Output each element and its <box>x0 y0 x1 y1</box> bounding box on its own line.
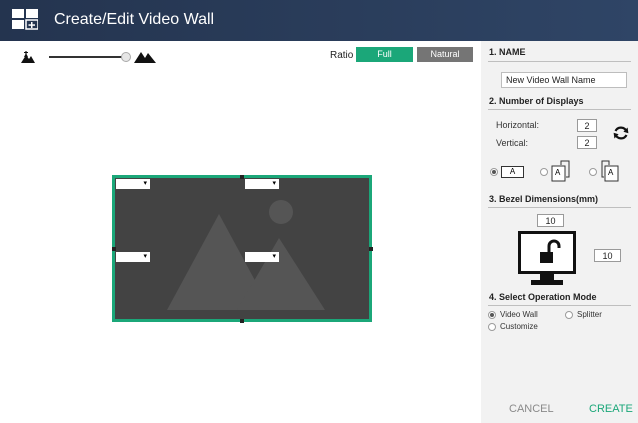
video-wall-editor: Create/Edit Video Wall Ratio Full Natura… <box>0 0 638 423</box>
orientation-landscape-radio[interactable] <box>490 168 498 176</box>
orientation-portrait-left-icon: A <box>551 160 571 182</box>
create-button[interactable]: CREATE <box>589 403 633 415</box>
zoom-slider-track[interactable] <box>49 56 127 58</box>
vertical-label: Vertical: <box>496 138 529 148</box>
orientation-landscape-icon: A <box>501 166 524 178</box>
divider <box>488 207 631 208</box>
mode-customize-label: Customize <box>500 322 538 331</box>
header-bar: Create/Edit Video Wall <box>0 0 638 41</box>
display-4-select[interactable]: ▾ <box>245 252 279 262</box>
mode-videowall-label: Video Wall <box>500 310 538 319</box>
zoom-out-icon[interactable] <box>21 51 37 63</box>
divider <box>488 61 631 62</box>
display-3-select[interactable]: ▾ <box>116 252 150 262</box>
vertical-count-input[interactable] <box>577 136 597 149</box>
display-1-select[interactable]: ▾ <box>116 179 150 189</box>
divider <box>488 109 631 110</box>
resize-handle-left[interactable] <box>112 247 116 251</box>
display-2-select[interactable]: ▾ <box>245 179 279 189</box>
orientation-portrait-left-radio[interactable] <box>540 168 548 176</box>
mode-section-title: 4. Select Operation Mode <box>489 292 597 302</box>
resize-handle-right[interactable] <box>369 247 373 251</box>
divider <box>488 305 631 306</box>
zoom-slider-thumb[interactable] <box>121 52 131 62</box>
mode-videowall-radio[interactable] <box>488 311 496 319</box>
bezel-section-title: 3. Bezel Dimensions(mm) <box>489 194 599 204</box>
horizontal-label: Horizontal: <box>496 120 540 130</box>
zoom-in-icon[interactable] <box>134 49 156 63</box>
displays-section-title: 2. Number of Displays <box>489 96 584 106</box>
refresh-icon[interactable] <box>613 125 629 141</box>
ratio-full-button[interactable]: Full <box>356 47 413 62</box>
monitor-unlock-icon[interactable] <box>518 231 576 286</box>
page-title: Create/Edit Video Wall <box>54 11 215 28</box>
bezel-top-input[interactable] <box>537 214 564 227</box>
resize-handle-top[interactable] <box>240 175 244 179</box>
video-wall-logo-icon <box>12 9 38 30</box>
mode-customize-radio[interactable] <box>488 323 496 331</box>
orientation-portrait-right-letter: A <box>608 168 614 177</box>
bezel-right-input[interactable] <box>594 249 621 262</box>
wall-name-input[interactable] <box>501 72 627 88</box>
horizontal-count-input[interactable] <box>577 119 597 132</box>
orientation-portrait-left-letter: A <box>555 168 561 177</box>
orientation-portrait-right-radio[interactable] <box>589 168 597 176</box>
orientation-portrait-right-icon: A <box>600 160 620 182</box>
mode-splitter-label: Splitter <box>577 310 602 319</box>
video-wall-canvas[interactable]: ▾ ▾ ▾ ▾ <box>112 175 373 323</box>
mode-splitter-radio[interactable] <box>565 311 573 319</box>
name-section-title: 1. NAME <box>489 47 526 57</box>
settings-panel: 1. NAME 2. Number of Displays Horizontal… <box>481 41 638 423</box>
ratio-natural-button[interactable]: Natural <box>417 47 473 62</box>
resize-handle-bottom[interactable] <box>240 319 244 323</box>
ratio-label: Ratio <box>330 50 354 61</box>
cancel-button[interactable]: CANCEL <box>509 403 554 415</box>
